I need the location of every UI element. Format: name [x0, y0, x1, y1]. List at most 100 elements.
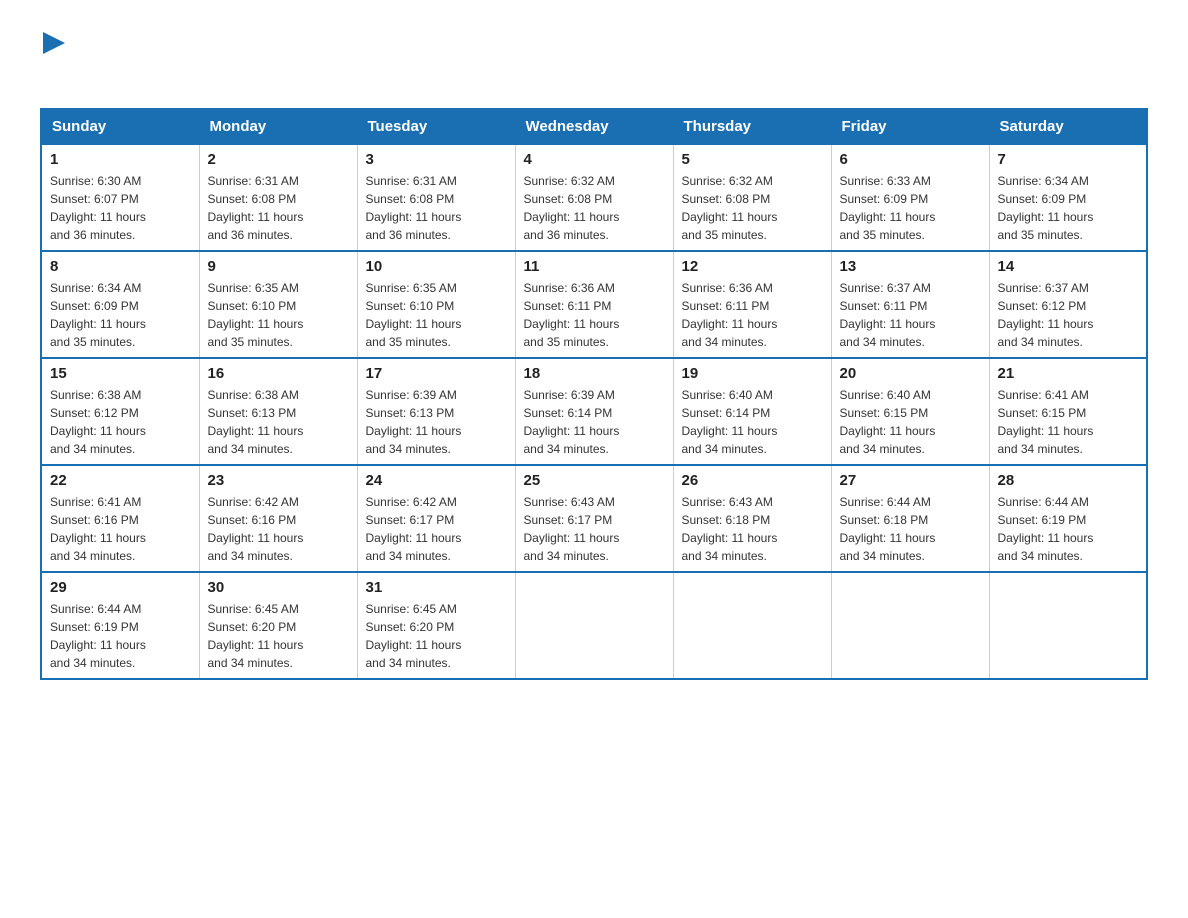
calendar-cell: 14 Sunrise: 6:37 AMSunset: 6:12 PMDayligh… [989, 251, 1147, 358]
day-info: Sunrise: 6:41 AMSunset: 6:16 PMDaylight:… [50, 493, 191, 565]
day-number: 26 [682, 472, 823, 489]
calendar-body: 1 Sunrise: 6:30 AMSunset: 6:07 PMDaylight… [41, 144, 1147, 679]
calendar-cell: 29 Sunrise: 6:44 AMSunset: 6:19 PMDayligh… [41, 572, 199, 679]
day-number: 29 [50, 579, 191, 596]
calendar-cell: 31 Sunrise: 6:45 AMSunset: 6:20 PMDayligh… [357, 572, 515, 679]
calendar-cell: 10 Sunrise: 6:35 AMSunset: 6:10 PMDayligh… [357, 251, 515, 358]
day-number: 11 [524, 258, 665, 275]
calendar-cell: 2 Sunrise: 6:31 AMSunset: 6:08 PMDaylight… [199, 144, 357, 251]
day-info: Sunrise: 6:37 AMSunset: 6:12 PMDaylight:… [998, 279, 1139, 351]
day-header-thursday: Thursday [673, 109, 831, 144]
day-info: Sunrise: 6:31 AMSunset: 6:08 PMDaylight:… [208, 172, 349, 244]
calendar-cell: 1 Sunrise: 6:30 AMSunset: 6:07 PMDaylight… [41, 144, 199, 251]
day-number: 19 [682, 365, 823, 382]
day-info: Sunrise: 6:39 AMSunset: 6:13 PMDaylight:… [366, 386, 507, 458]
day-number: 17 [366, 365, 507, 382]
calendar-table: SundayMondayTuesdayWednesdayThursdayFrid… [40, 108, 1148, 680]
day-header-monday: Monday [199, 109, 357, 144]
calendar-cell [673, 572, 831, 679]
day-info: Sunrise: 6:44 AMSunset: 6:19 PMDaylight:… [998, 493, 1139, 565]
day-number: 31 [366, 579, 507, 596]
day-number: 27 [840, 472, 981, 489]
day-info: Sunrise: 6:31 AMSunset: 6:08 PMDaylight:… [366, 172, 507, 244]
calendar-cell: 15 Sunrise: 6:38 AMSunset: 6:12 PMDayligh… [41, 358, 199, 465]
day-info: Sunrise: 6:35 AMSunset: 6:10 PMDaylight:… [208, 279, 349, 351]
calendar-cell: 13 Sunrise: 6:37 AMSunset: 6:11 PMDayligh… [831, 251, 989, 358]
day-info: Sunrise: 6:34 AMSunset: 6:09 PMDaylight:… [998, 172, 1139, 244]
day-number: 14 [998, 258, 1139, 275]
week-row-5: 29 Sunrise: 6:44 AMSunset: 6:19 PMDayligh… [41, 572, 1147, 679]
calendar-cell: 17 Sunrise: 6:39 AMSunset: 6:13 PMDayligh… [357, 358, 515, 465]
day-number: 13 [840, 258, 981, 275]
day-info: Sunrise: 6:41 AMSunset: 6:15 PMDaylight:… [998, 386, 1139, 458]
calendar-header: SundayMondayTuesdayWednesdayThursdayFrid… [41, 109, 1147, 144]
day-info: Sunrise: 6:34 AMSunset: 6:09 PMDaylight:… [50, 279, 191, 351]
calendar-cell: 4Sunrise: 6:32 AMSunset: 6:08 PMDaylight… [515, 144, 673, 251]
calendar-cell: 19 Sunrise: 6:40 AMSunset: 6:14 PMDayligh… [673, 358, 831, 465]
day-info: Sunrise: 6:35 AMSunset: 6:10 PMDaylight:… [366, 279, 507, 351]
day-info: Sunrise: 6:36 AMSunset: 6:11 PMDaylight:… [524, 279, 665, 351]
day-number: 12 [682, 258, 823, 275]
day-info: Sunrise: 6:45 AMSunset: 6:20 PMDaylight:… [208, 600, 349, 672]
calendar-cell [515, 572, 673, 679]
day-info: Sunrise: 6:30 AMSunset: 6:07 PMDaylight:… [50, 172, 191, 244]
calendar-cell: 27Sunrise: 6:44 AMSunset: 6:18 PMDayligh… [831, 465, 989, 572]
day-number: 30 [208, 579, 349, 596]
day-info: Sunrise: 6:43 AMSunset: 6:18 PMDaylight:… [682, 493, 823, 565]
week-row-1: 1 Sunrise: 6:30 AMSunset: 6:07 PMDaylight… [41, 144, 1147, 251]
calendar-cell: 28Sunrise: 6:44 AMSunset: 6:19 PMDayligh… [989, 465, 1147, 572]
calendar-cell [989, 572, 1147, 679]
day-info: Sunrise: 6:33 AMSunset: 6:09 PMDaylight:… [840, 172, 981, 244]
day-number: 18 [524, 365, 665, 382]
day-number: 9 [208, 258, 349, 275]
day-header-wednesday: Wednesday [515, 109, 673, 144]
week-row-2: 8 Sunrise: 6:34 AMSunset: 6:09 PMDaylight… [41, 251, 1147, 358]
day-info: Sunrise: 6:37 AMSunset: 6:11 PMDaylight:… [840, 279, 981, 351]
day-header-sunday: Sunday [41, 109, 199, 144]
calendar-cell: 20 Sunrise: 6:40 AMSunset: 6:15 PMDayligh… [831, 358, 989, 465]
calendar-cell: 5 Sunrise: 6:32 AMSunset: 6:08 PMDaylight… [673, 144, 831, 251]
day-info: Sunrise: 6:36 AMSunset: 6:11 PMDaylight:… [682, 279, 823, 351]
day-header-tuesday: Tuesday [357, 109, 515, 144]
day-number: 24 [366, 472, 507, 489]
day-info: Sunrise: 6:32 AMSunset: 6:08 PMDaylight:… [682, 172, 823, 244]
calendar-cell: 30 Sunrise: 6:45 AMSunset: 6:20 PMDayligh… [199, 572, 357, 679]
calendar-cell: 25Sunrise: 6:43 AMSunset: 6:17 PMDayligh… [515, 465, 673, 572]
calendar-cell: 22 Sunrise: 6:41 AMSunset: 6:16 PMDayligh… [41, 465, 199, 572]
logo-arrow-icon [43, 32, 65, 54]
day-number: 22 [50, 472, 191, 489]
page-header [40, 30, 1148, 88]
calendar-cell: 7 Sunrise: 6:34 AMSunset: 6:09 PMDaylight… [989, 144, 1147, 251]
day-info: Sunrise: 6:40 AMSunset: 6:14 PMDaylight:… [682, 386, 823, 458]
day-number: 2 [208, 151, 349, 168]
day-info: Sunrise: 6:32 AMSunset: 6:08 PMDaylight:… [524, 172, 665, 244]
day-info: Sunrise: 6:38 AMSunset: 6:12 PMDaylight:… [50, 386, 191, 458]
day-number: 23 [208, 472, 349, 489]
day-number: 21 [998, 365, 1139, 382]
day-number: 20 [840, 365, 981, 382]
calendar-cell: 9 Sunrise: 6:35 AMSunset: 6:10 PMDaylight… [199, 251, 357, 358]
day-number: 5 [682, 151, 823, 168]
day-number: 8 [50, 258, 191, 275]
day-number: 16 [208, 365, 349, 382]
calendar-cell: 3Sunrise: 6:31 AMSunset: 6:08 PMDaylight… [357, 144, 515, 251]
calendar-cell [831, 572, 989, 679]
day-number: 10 [366, 258, 507, 275]
calendar-cell: 26 Sunrise: 6:43 AMSunset: 6:18 PMDayligh… [673, 465, 831, 572]
day-info: Sunrise: 6:42 AMSunset: 6:17 PMDaylight:… [366, 493, 507, 565]
day-info: Sunrise: 6:45 AMSunset: 6:20 PMDaylight:… [366, 600, 507, 672]
day-info: Sunrise: 6:43 AMSunset: 6:17 PMDaylight:… [524, 493, 665, 565]
day-number: 15 [50, 365, 191, 382]
calendar-cell: 6Sunrise: 6:33 AMSunset: 6:09 PMDaylight… [831, 144, 989, 251]
day-number: 7 [998, 151, 1139, 168]
calendar-cell: 21 Sunrise: 6:41 AMSunset: 6:15 PMDayligh… [989, 358, 1147, 465]
calendar-cell: 12 Sunrise: 6:36 AMSunset: 6:11 PMDayligh… [673, 251, 831, 358]
day-header-friday: Friday [831, 109, 989, 144]
calendar-cell: 23Sunrise: 6:42 AMSunset: 6:16 PMDayligh… [199, 465, 357, 572]
calendar-cell: 24 Sunrise: 6:42 AMSunset: 6:17 PMDayligh… [357, 465, 515, 572]
day-number: 1 [50, 151, 191, 168]
day-info: Sunrise: 6:44 AMSunset: 6:19 PMDaylight:… [50, 600, 191, 672]
calendar-cell: 18Sunrise: 6:39 AMSunset: 6:14 PMDayligh… [515, 358, 673, 465]
day-info: Sunrise: 6:40 AMSunset: 6:15 PMDaylight:… [840, 386, 981, 458]
calendar-cell: 8 Sunrise: 6:34 AMSunset: 6:09 PMDaylight… [41, 251, 199, 358]
